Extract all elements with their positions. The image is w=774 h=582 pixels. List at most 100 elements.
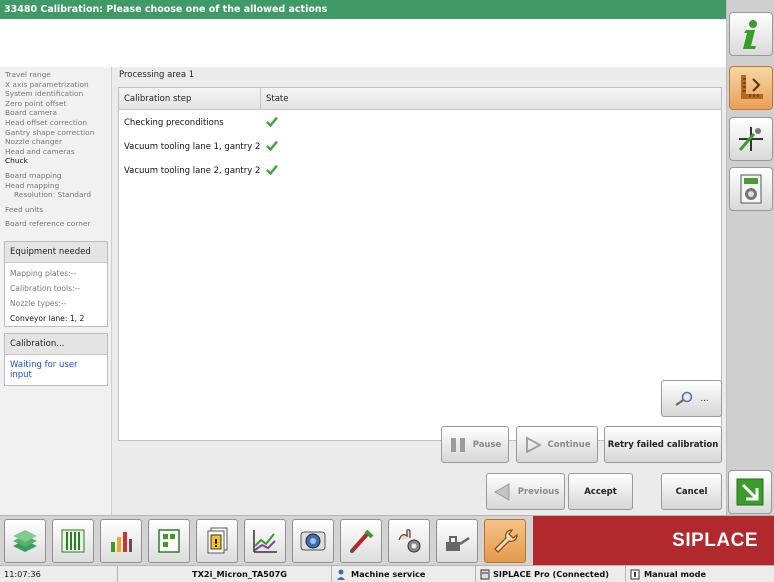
nav-item-resolution: Resolution: Standard xyxy=(14,190,92,200)
details-label: ... xyxy=(700,393,709,404)
calibration-tools: Calibration tools:-- xyxy=(10,284,81,293)
right-toolbar xyxy=(726,0,774,515)
table-header: Calibration step State xyxy=(119,88,721,110)
magnifier-icon xyxy=(674,391,694,407)
maintenance-button[interactable] xyxy=(388,519,430,563)
accept-button[interactable]: Accept xyxy=(568,473,633,510)
nav-item-chuck[interactable]: Chuck xyxy=(5,156,111,166)
components-button[interactable] xyxy=(4,519,46,563)
pause-label: Pause xyxy=(472,439,502,450)
status-user-mode: Machine service xyxy=(332,566,476,582)
continue-label: Continue xyxy=(547,439,591,450)
previous-button[interactable]: Previous xyxy=(486,473,565,510)
status-mode: Manual mode xyxy=(626,566,774,582)
back-arrow-icon xyxy=(492,482,512,502)
component-stack-icon xyxy=(13,530,37,552)
calibration-status-title: Calibration... xyxy=(5,334,107,355)
status-time: 11:07:36 xyxy=(0,566,118,582)
trend-chart-button[interactable] xyxy=(244,519,286,563)
nav-item-head-and-cameras[interactable]: Head and cameras xyxy=(5,147,111,157)
step-label: Vacuum tooling lane 2, gantry 2 xyxy=(124,166,261,176)
nav-item-board-camera[interactable]: Board camera xyxy=(5,108,111,118)
calibration-steps-nav: Travel range X axis parametrization Syst… xyxy=(0,67,112,515)
nav-item-system-identification[interactable]: System identification xyxy=(5,89,111,99)
details-button[interactable]: ... xyxy=(661,380,722,417)
oil-can-icon xyxy=(446,536,470,551)
info-button[interactable] xyxy=(729,12,773,56)
ruler-axis-icon xyxy=(741,75,763,99)
cancel-label: Cancel xyxy=(675,486,708,497)
step-label: Checking preconditions xyxy=(124,118,224,128)
processing-area-title: Processing area 1 xyxy=(119,70,195,80)
message-area xyxy=(0,19,726,67)
calibration-status-panel: Calibration... Waiting for user input xyxy=(4,333,108,386)
feeder-setup-button[interactable] xyxy=(52,519,94,563)
feeder-grid-icon xyxy=(61,529,85,553)
pause-button[interactable]: Pause xyxy=(441,426,509,463)
nav-item-head-mapping[interactable]: Head mapping xyxy=(5,181,111,191)
play-icon xyxy=(524,435,542,454)
statistics-button[interactable] xyxy=(100,519,142,563)
nozzle-types: Nozzle types:-- xyxy=(10,299,67,308)
nav-item-nozzle-changer[interactable]: Nozzle changer xyxy=(5,137,111,147)
report-button[interactable] xyxy=(729,167,773,211)
nozzle-button[interactable] xyxy=(340,519,382,563)
exit-calibration-button[interactable] xyxy=(728,470,772,514)
table-row[interactable]: Vacuum tooling lane 1, gantry 2 xyxy=(119,135,721,159)
main-area: Processing area 1 Calibration step State… xyxy=(113,67,726,515)
table-row[interactable]: Checking preconditions xyxy=(119,111,721,135)
table-row[interactable]: Vacuum tooling lane 2, gantry 2 xyxy=(119,159,721,183)
service-tools-button[interactable] xyxy=(484,519,526,563)
hand-gear-icon xyxy=(398,529,421,553)
column-header-state[interactable]: State xyxy=(261,88,294,109)
pause-icon xyxy=(449,436,467,454)
crosshair-tools-icon xyxy=(738,127,763,151)
nav-item-feed-units[interactable]: Feed units xyxy=(5,205,111,215)
camera-button[interactable] xyxy=(292,519,334,563)
wrench-icon xyxy=(494,529,518,553)
cancel-button[interactable]: Cancel xyxy=(661,473,722,510)
status-bar: 11:07:36 TX2i_Micron_TA507G Machine serv… xyxy=(0,565,774,582)
camera-lens-icon xyxy=(300,531,326,551)
nav-item-x-axis[interactable]: X axis parametrization xyxy=(5,80,111,90)
nozzle-icon xyxy=(350,529,374,553)
step-label: Vacuum tooling lane 1, gantry 2 xyxy=(124,142,261,152)
green-arrow-icon xyxy=(736,478,764,506)
svg-text:!: ! xyxy=(213,537,218,550)
conveyor-lane: Conveyor lane: 1, 2 xyxy=(10,314,85,323)
nav-item-travel-range[interactable]: Travel range xyxy=(5,70,111,80)
column-header-step[interactable]: Calibration step xyxy=(119,88,261,109)
checkmark-icon xyxy=(266,140,278,152)
state-cell xyxy=(261,164,278,178)
line-chart-icon xyxy=(253,530,277,553)
user-mode-label: Machine service xyxy=(351,568,426,579)
nav-item-head-offset[interactable]: Head offset correction xyxy=(5,118,111,128)
equipment-panel: Equipment needed Mapping plates:-- Calib… xyxy=(4,241,108,327)
axis-tools-button[interactable] xyxy=(729,117,773,161)
bar-chart-icon xyxy=(111,532,132,552)
calibration-status-text: Waiting for user input xyxy=(10,360,78,380)
bottom-toolbar: ! SIPLACE xyxy=(0,515,774,566)
retry-label: Retry failed calibration xyxy=(607,439,719,450)
status-connection: SIPLACE Pro (Connected) xyxy=(476,566,626,582)
previous-label: Previous xyxy=(517,486,560,497)
calibration-mode-button[interactable] xyxy=(729,66,773,110)
server-icon xyxy=(480,569,490,579)
nav-item-gantry-shape[interactable]: Gantry shape correction xyxy=(5,128,111,138)
equipment-title: Equipment needed xyxy=(5,242,107,263)
report-icon xyxy=(740,174,762,204)
state-cell xyxy=(261,140,278,154)
nav-item-zero-point-offset[interactable]: Zero point offset xyxy=(5,99,111,109)
mode-label: Manual mode xyxy=(644,568,707,579)
oil-service-button[interactable] xyxy=(436,519,478,563)
nav-item-board-mapping[interactable]: Board mapping xyxy=(5,171,111,181)
nav-item-board-reference-corner[interactable]: Board reference corner xyxy=(5,219,111,229)
checkmark-icon xyxy=(266,164,278,176)
retry-failed-calibration-button[interactable]: Retry failed calibration xyxy=(604,426,722,463)
state-cell xyxy=(261,116,278,130)
warnings-button[interactable]: ! xyxy=(196,519,238,563)
connection-label: SIPLACE Pro (Connected) xyxy=(493,568,609,579)
mapping-plates: Mapping plates:-- xyxy=(10,269,77,278)
continue-button[interactable]: Continue xyxy=(516,426,598,463)
board-view-button[interactable] xyxy=(148,519,190,563)
